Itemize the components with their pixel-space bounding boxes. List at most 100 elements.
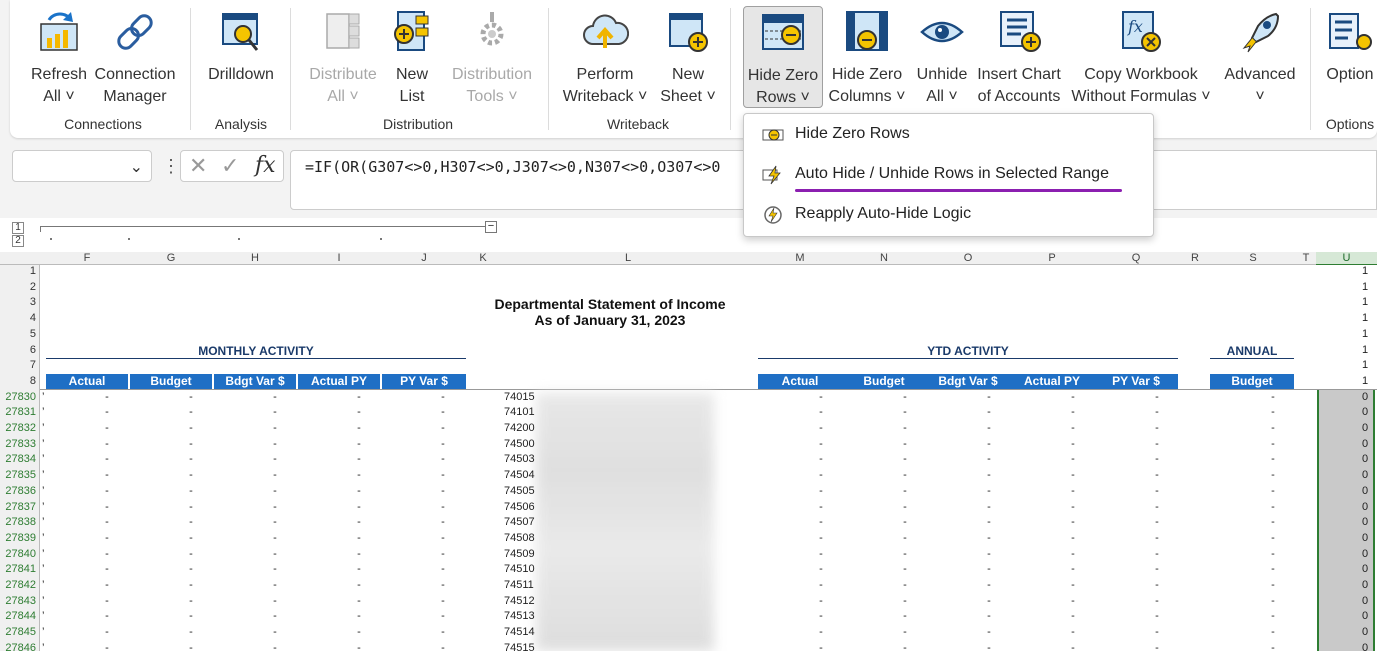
cell-dash: -	[903, 626, 907, 639]
cell-value: 1	[1362, 265, 1369, 277]
row-header[interactable]: 27839	[5, 532, 36, 544]
cell-dash: -	[105, 437, 109, 450]
unhide-all-button[interactable]: Unhide All ˅	[912, 6, 972, 108]
row-header[interactable]: 7	[30, 359, 36, 371]
distribute-icon	[326, 13, 360, 49]
column-header[interactable]: I	[298, 252, 380, 264]
unhide-line2: All ˅	[926, 88, 958, 105]
row-header[interactable]: 27845	[5, 626, 36, 638]
account-number: 74503	[504, 453, 535, 466]
cell-dash: -	[273, 390, 277, 403]
cell-dash: -	[441, 500, 445, 513]
worksheet[interactable]: Departmental Statement of Income As of J…	[40, 265, 1377, 651]
row-header[interactable]: 27846	[5, 642, 36, 651]
check-icon[interactable]: ✓	[221, 153, 239, 179]
perform-writeback-button[interactable]: Perform Writeback ˅	[558, 6, 652, 108]
row-header[interactable]: 27837	[5, 501, 36, 513]
hide-zero-rows-button[interactable]: Hide Zero Rows ˅	[743, 6, 823, 108]
cell-dash: -	[1271, 484, 1275, 497]
options-button[interactable]: Option	[1322, 6, 1377, 108]
row-header[interactable]: 27842	[5, 579, 36, 591]
row-header[interactable]: 27836	[5, 485, 36, 497]
column-header[interactable]: O	[926, 252, 1010, 264]
ytd-activity-header: YTD ACTIVITY	[758, 344, 1178, 359]
chevron-down-icon[interactable]: ⌄	[130, 157, 143, 177]
row-header[interactable]: 27843	[5, 595, 36, 607]
column-header[interactable]: R	[1180, 252, 1210, 264]
insert-chart-of-accounts-button[interactable]: Insert Chart of Accounts	[972, 6, 1066, 108]
row-header[interactable]: 27833	[5, 438, 36, 450]
column-header[interactable]: T	[1296, 252, 1316, 264]
row-header[interactable]: 2	[30, 281, 36, 293]
row-header[interactable]: 3	[30, 296, 36, 308]
copy-workbook-line2: Without Formulas ˅	[1071, 88, 1211, 105]
menu-item-hide-zero-rows[interactable]: Hide Zero Rows	[744, 115, 1153, 155]
column-header[interactable]: Q	[1094, 252, 1178, 264]
menu-item-reapply-auto-hide[interactable]: Reapply Auto-Hide Logic	[744, 195, 1153, 235]
row-header[interactable]: 27844	[5, 610, 36, 622]
outline-level-1[interactable]: 1	[12, 222, 24, 234]
more-options-icon[interactable]: ⋮	[162, 156, 180, 177]
column-header[interactable]: L	[500, 252, 756, 264]
cell-dash: -	[441, 484, 445, 497]
cell-dash: -	[1071, 531, 1075, 544]
row-marker: ’	[42, 422, 45, 434]
refresh-all-button[interactable]: Refresh All ˅	[28, 6, 90, 108]
row-header[interactable]: 27835	[5, 469, 36, 481]
row-header[interactable]: 27830	[5, 391, 36, 403]
distribution-tools-button[interactable]: Distribution Tools ˅	[442, 6, 542, 108]
cell-dash: -	[441, 516, 445, 529]
separator	[290, 8, 291, 130]
separator	[730, 8, 731, 130]
collapse-group-icon[interactable]: −	[485, 221, 497, 233]
column-header[interactable]: M	[758, 252, 842, 264]
new-sheet-line1: New	[671, 66, 704, 83]
cancel-icon[interactable]: ✕	[189, 153, 207, 179]
outline-level-2[interactable]: 2	[12, 235, 24, 247]
row-header[interactable]: 27832	[5, 422, 36, 434]
cell-dash: -	[441, 406, 445, 419]
row-header[interactable]: 8	[30, 375, 36, 387]
connection-manager-button[interactable]: Connection Manager	[92, 6, 178, 108]
row-header[interactable]: 27841	[5, 563, 36, 575]
column-header[interactable]: H	[214, 252, 296, 264]
outline-dot	[50, 238, 52, 240]
column-header[interactable]: N	[842, 252, 926, 264]
cell-dash: -	[273, 500, 277, 513]
cell-value: 1	[1362, 296, 1369, 309]
cell-dash: -	[441, 594, 445, 607]
row-header[interactable]: 5	[30, 328, 36, 340]
cell-dash: -	[1071, 579, 1075, 591]
col-ytd-actual: Actual	[758, 374, 842, 389]
column-headers: F G H I J K L M N O P Q R S T U	[0, 252, 1377, 266]
cell-dash: -	[105, 579, 109, 591]
new-list-button[interactable]: New List	[388, 6, 436, 108]
row-header[interactable]: 27834	[5, 453, 36, 465]
cell-dash: -	[987, 531, 991, 544]
column-header[interactable]: P	[1010, 252, 1094, 264]
cell-dash: -	[105, 641, 109, 651]
cell-dash: -	[273, 453, 277, 466]
row-header[interactable]: 27840	[5, 548, 36, 560]
name-box[interactable]: ⌄	[12, 150, 152, 182]
copy-workbook-button[interactable]: fx Copy Workbook Without Formulas ˅	[1068, 6, 1214, 108]
column-header[interactable]: F	[46, 252, 128, 264]
distribute-all-button[interactable]: Distribute All ˅	[300, 6, 386, 108]
new-sheet-button[interactable]: New Sheet ˅	[660, 6, 716, 108]
row-header[interactable]: 1	[30, 265, 36, 277]
column-header[interactable]: G	[130, 252, 212, 264]
column-header-selected[interactable]: U	[1316, 252, 1377, 266]
row-header[interactable]: 27838	[5, 516, 36, 528]
advanced-button[interactable]: Advanced ˅	[1220, 6, 1300, 108]
row-header[interactable]: 6	[30, 344, 36, 356]
insert-function-icon[interactable]: fx	[255, 153, 276, 178]
account-number: 74514	[504, 626, 535, 639]
column-header[interactable]: K	[468, 252, 498, 264]
hide-zero-columns-button[interactable]: Hide Zero Columns ˅	[826, 6, 908, 108]
cell-dash: -	[1271, 641, 1275, 651]
row-header[interactable]: 27831	[5, 406, 36, 418]
column-header[interactable]: J	[382, 252, 466, 264]
column-header[interactable]: S	[1210, 252, 1296, 264]
row-header[interactable]: 4	[30, 312, 36, 324]
drilldown-button[interactable]: Drilldown	[202, 6, 280, 108]
